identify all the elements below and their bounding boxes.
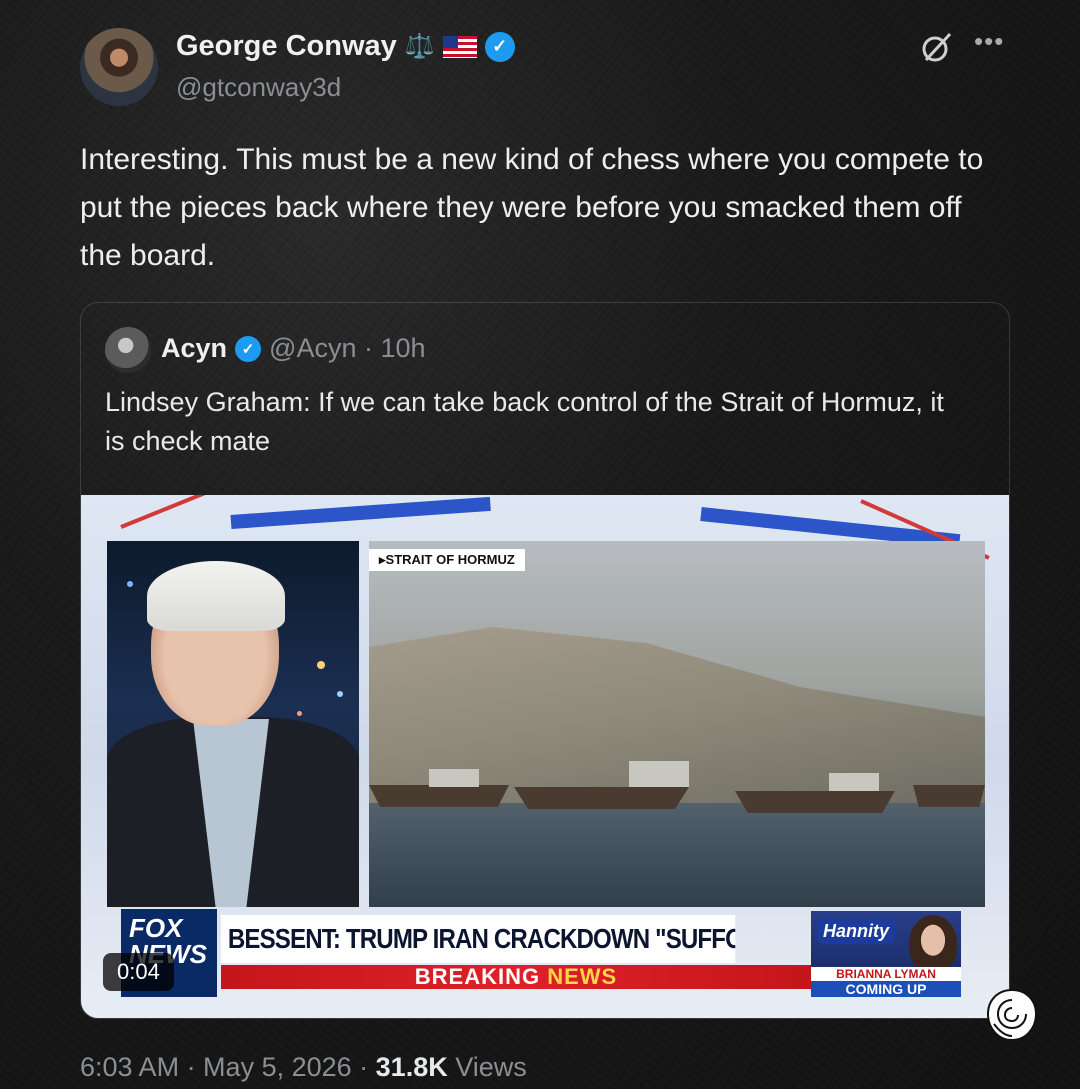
- boat: [735, 791, 895, 813]
- more-options-icon[interactable]: •••: [974, 26, 1004, 57]
- promo-status: COMING UP: [811, 981, 961, 997]
- grok-icon[interactable]: [920, 30, 954, 64]
- hormuz-feed: ▸STRAIT OF HORMUZ: [369, 541, 985, 907]
- author-name[interactable]: George Conway: [176, 30, 397, 63]
- us-flag-icon: [442, 35, 477, 58]
- views-count: 31.8K: [375, 1052, 448, 1082]
- promo-name: BRIANNA LYMAN: [811, 967, 961, 981]
- timestamp[interactable]: 6:03 AM · May 5, 2026 ·: [80, 1052, 376, 1082]
- views-label: Views: [447, 1052, 527, 1082]
- quoted-header: Acyn ✓ @Acyn · 10h: [161, 333, 426, 364]
- boat: [369, 785, 509, 807]
- author-name-row[interactable]: George Conway ⚖️ ✓: [176, 30, 515, 63]
- author-handle[interactable]: @gtconway3d: [176, 72, 341, 103]
- network-line1: FOX: [129, 913, 183, 943]
- studio-stripe: [230, 496, 491, 529]
- news-label: NEWS: [547, 964, 618, 989]
- boat-cabin: [429, 769, 479, 787]
- quoted-avatar[interactable]: [105, 327, 151, 373]
- lower-third: FOX NEWS BESSENT: TRUMP IRAN CRACKDOWN "…: [121, 909, 987, 999]
- quoted-name[interactable]: Acyn: [161, 333, 227, 364]
- boat: [913, 785, 985, 807]
- guest-feed: [107, 541, 359, 907]
- quoted-text: Lindsey Graham: If we can take back cont…: [105, 387, 944, 456]
- quoted-handle-time: @Acyn · 10h: [269, 333, 426, 363]
- author-avatar[interactable]: [80, 28, 158, 106]
- video-player[interactable]: ▸STRAIT OF HORMUZ FOX NEWS BESSENT: TRUM…: [81, 495, 1009, 1018]
- scales-icon: ⚖️: [404, 33, 435, 60]
- breaking-news-bar: BREAKING NEWS: [221, 965, 811, 989]
- rose-icon: [986, 988, 1038, 1042]
- video-duration: 0:04: [103, 953, 174, 991]
- breaking-label: BREAKING: [414, 964, 541, 989]
- sea: [369, 803, 985, 907]
- show-promo: Hannity BRIANNA LYMAN COMING UP: [811, 911, 961, 997]
- guest-hair: [147, 561, 285, 631]
- boat-cabin: [629, 761, 689, 787]
- tweet-text: Interesting. This must be a new kind of …: [80, 143, 984, 272]
- verified-icon: ✓: [235, 335, 262, 362]
- chyron-headline: BESSENT: TRUMP IRAN CRACKDOWN "SUFFOCATI…: [221, 915, 736, 963]
- boat: [514, 787, 689, 809]
- promo-anchor-photo: [909, 915, 957, 971]
- quoted-tweet[interactable]: Acyn ✓ @Acyn · 10h Lindsey Graham: If we…: [80, 302, 1010, 1019]
- location-tag: ▸STRAIT OF HORMUZ: [369, 549, 525, 571]
- tweet-footer: 6:03 AM · May 5, 2026 · 31.8K Views: [80, 1052, 527, 1083]
- show-logo: Hannity: [817, 919, 896, 944]
- verified-icon: ✓: [484, 31, 515, 62]
- boat-cabin: [829, 773, 879, 791]
